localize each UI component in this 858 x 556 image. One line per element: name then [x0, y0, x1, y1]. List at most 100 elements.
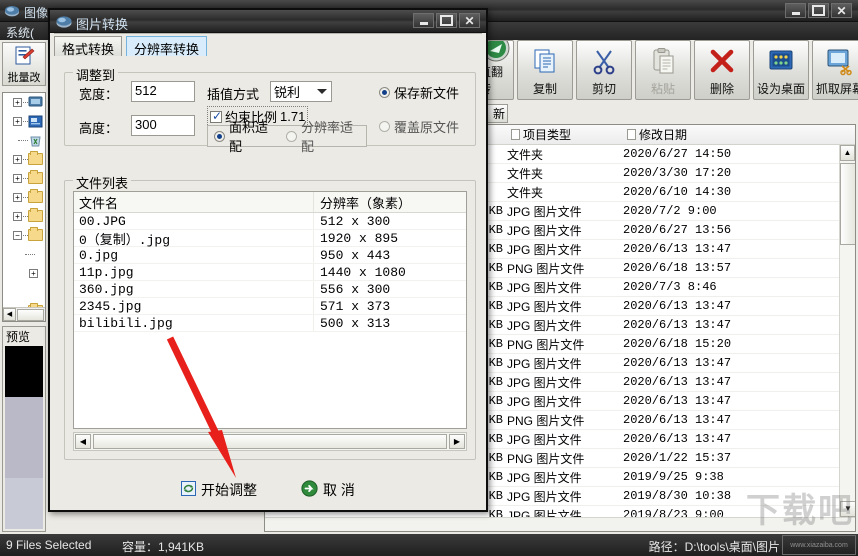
status-bar: 9 Files Selected 容量：1,941KB 路径：D:\tools\… [0, 534, 858, 556]
radio-icon[interactable] [285, 130, 297, 142]
menu-item-system[interactable]: 系统( [6, 24, 34, 41]
tree-item[interactable]: + [3, 169, 45, 188]
scroll-down-icon[interactable]: ▼ [840, 501, 855, 517]
cell-resolution: 571 x 373 [320, 298, 391, 314]
tree-item[interactable]: + [3, 93, 45, 112]
cell-date: 2020/6/27 14:50 [623, 147, 732, 161]
tree-expand-icon[interactable]: + [13, 155, 22, 164]
delete-x-icon [707, 41, 737, 80]
file-browser-horizontal-scrollbar[interactable] [265, 517, 855, 531]
batch-edit-button[interactable]: 批量改 [2, 42, 46, 86]
radio-icon[interactable] [379, 121, 390, 132]
screen-capture-button[interactable]: 抓取屏幕 [812, 40, 858, 100]
set-wallpaper-label: 设为桌面 [756, 82, 805, 96]
tree-expand-icon[interactable]: + [13, 174, 22, 183]
cell-type: 文件夹 [507, 185, 544, 200]
tree-item[interactable] [3, 245, 45, 264]
width-input[interactable]: 512 [131, 81, 195, 102]
list-item[interactable]: 00.JPG 512 x 300 [74, 213, 466, 230]
minimize-icon[interactable] [413, 13, 434, 28]
tree-item[interactable]: + [3, 207, 45, 226]
scroll-right-icon[interactable]: ▶ [449, 434, 465, 449]
list-item[interactable]: 360.jpg 556 x 300 [74, 281, 466, 298]
tree-item[interactable]: − [3, 226, 45, 245]
delete-button[interactable]: 删除 [694, 40, 750, 100]
maximize-icon[interactable] [436, 13, 457, 28]
file-browser-vertical-scrollbar[interactable]: ▲ ▼ [839, 145, 855, 517]
cell-type: PNG 图片文件 [507, 451, 585, 466]
maximize-icon[interactable] [808, 3, 829, 18]
cell-resolution: 512 x 300 [320, 213, 391, 229]
scroll-thumb[interactable] [17, 308, 44, 321]
tree-item[interactable]: + [3, 264, 45, 283]
set-wallpaper-button[interactable]: 设为桌面 [753, 40, 809, 100]
tree-item[interactable]: + [3, 112, 45, 131]
cell-date: 2020/6/13 13:47 [623, 394, 732, 408]
cell-resolution: 1920 x 895 [320, 230, 399, 246]
tab-resolution-conversion[interactable]: 分辨率转换 [126, 36, 208, 57]
cut-button[interactable]: 剪切 [576, 40, 632, 100]
cell-type: PNG 图片文件 [507, 413, 585, 428]
close-icon[interactable]: ✕ [459, 13, 480, 28]
folder-icon [28, 151, 43, 165]
cell-filename: 360.jpg [74, 281, 314, 297]
cell-filename: 0.jpg [74, 247, 314, 263]
fit-area-radio[interactable]: 面积适配 [214, 117, 276, 155]
radio-icon[interactable] [379, 87, 390, 98]
cancel-button[interactable]: 取 消 [301, 480, 355, 500]
folder-tree[interactable]: + + + + + + − + ◀ [2, 92, 46, 322]
tree-horizontal-scrollbar[interactable]: ◀ [3, 307, 45, 321]
start-adjust-button[interactable]: 开始调整 [181, 480, 257, 500]
tree-item[interactable]: + [3, 188, 45, 207]
list-item[interactable]: 11p.jpg 1440 x 1080 [74, 264, 466, 281]
tree-expand-icon[interactable]: + [13, 98, 22, 107]
column-header-filename[interactable]: 文件名 [74, 192, 314, 212]
copy-button[interactable]: 复制 [517, 40, 573, 100]
save-new-file-radio[interactable]: 保存新文件 [379, 83, 459, 102]
tree-expand-icon[interactable]: + [29, 269, 38, 278]
cell-type: 文件夹 [507, 166, 544, 181]
column-header-date[interactable]: 修改日期 [623, 126, 773, 143]
dialog-list-horizontal-scrollbar[interactable]: ◀ ▶ [73, 432, 467, 451]
cell-resolution: 556 x 300 [320, 281, 391, 297]
tree-expand-icon[interactable]: + [13, 193, 22, 202]
tree-item[interactable]: + [3, 150, 45, 169]
scroll-up-icon[interactable]: ▲ [840, 145, 855, 161]
list-item[interactable]: 0（复制）.jpg 1920 x 895 [74, 230, 466, 248]
tree-item[interactable] [3, 131, 45, 150]
column-header-resolution[interactable]: 分辨率（象素） [314, 193, 466, 212]
minimize-icon[interactable] [785, 3, 806, 18]
tree-expand-icon[interactable]: + [13, 212, 22, 221]
refresh-arrows-icon [181, 481, 197, 499]
copy-icon [530, 41, 560, 80]
cell-type: 文件夹 [507, 147, 544, 162]
interpolation-select[interactable]: 锐利 [270, 81, 332, 102]
tree-item[interactable] [3, 283, 45, 302]
radio-icon[interactable] [214, 130, 225, 142]
column-header-type[interactable]: 项目类型 [507, 126, 623, 143]
screen-capture-label: 抓取屏幕 [815, 82, 858, 96]
cell-type: JPG 图片文件 [507, 223, 582, 238]
list-item[interactable]: bilibili.jpg 500 x 313 [74, 315, 466, 332]
tree-expand-icon[interactable]: + [13, 117, 22, 126]
scroll-left-icon[interactable]: ◀ [75, 434, 91, 449]
cell-date: 2020/6/13 13:47 [623, 356, 732, 370]
tab-format-conversion[interactable]: 格式转换 [54, 36, 123, 57]
cell-date: 2020/3/30 17:20 [623, 166, 732, 180]
overwrite-file-radio[interactable]: 覆盖原文件 [379, 117, 459, 136]
close-icon[interactable]: ✕ [831, 3, 852, 18]
scroll-thumb[interactable] [93, 434, 447, 449]
list-item[interactable]: 2345.jpg 571 x 373 [74, 298, 466, 315]
height-input[interactable]: 300 [131, 115, 195, 136]
chevron-down-icon[interactable] [317, 89, 327, 94]
tree-collapse-icon[interactable]: − [13, 231, 22, 240]
scroll-thumb[interactable] [840, 163, 855, 245]
scroll-left-icon[interactable]: ◀ [3, 308, 16, 321]
list-item[interactable]: 0.jpg 950 x 443 [74, 247, 466, 264]
fit-resolution-radio[interactable]: 分辨率适配 [285, 117, 360, 155]
dialog-file-list[interactable]: 文件名 分辨率（象素） 00.JPG 512 x 300 0（复制）.jpg 1920… [73, 191, 467, 429]
cell-type: JPG 图片文件 [507, 489, 582, 504]
cell-type: JPG 图片文件 [507, 394, 582, 409]
dialog-titlebar[interactable]: 图片转换 ✕ [50, 10, 486, 33]
column-label-type: 项目类型 [523, 128, 572, 142]
